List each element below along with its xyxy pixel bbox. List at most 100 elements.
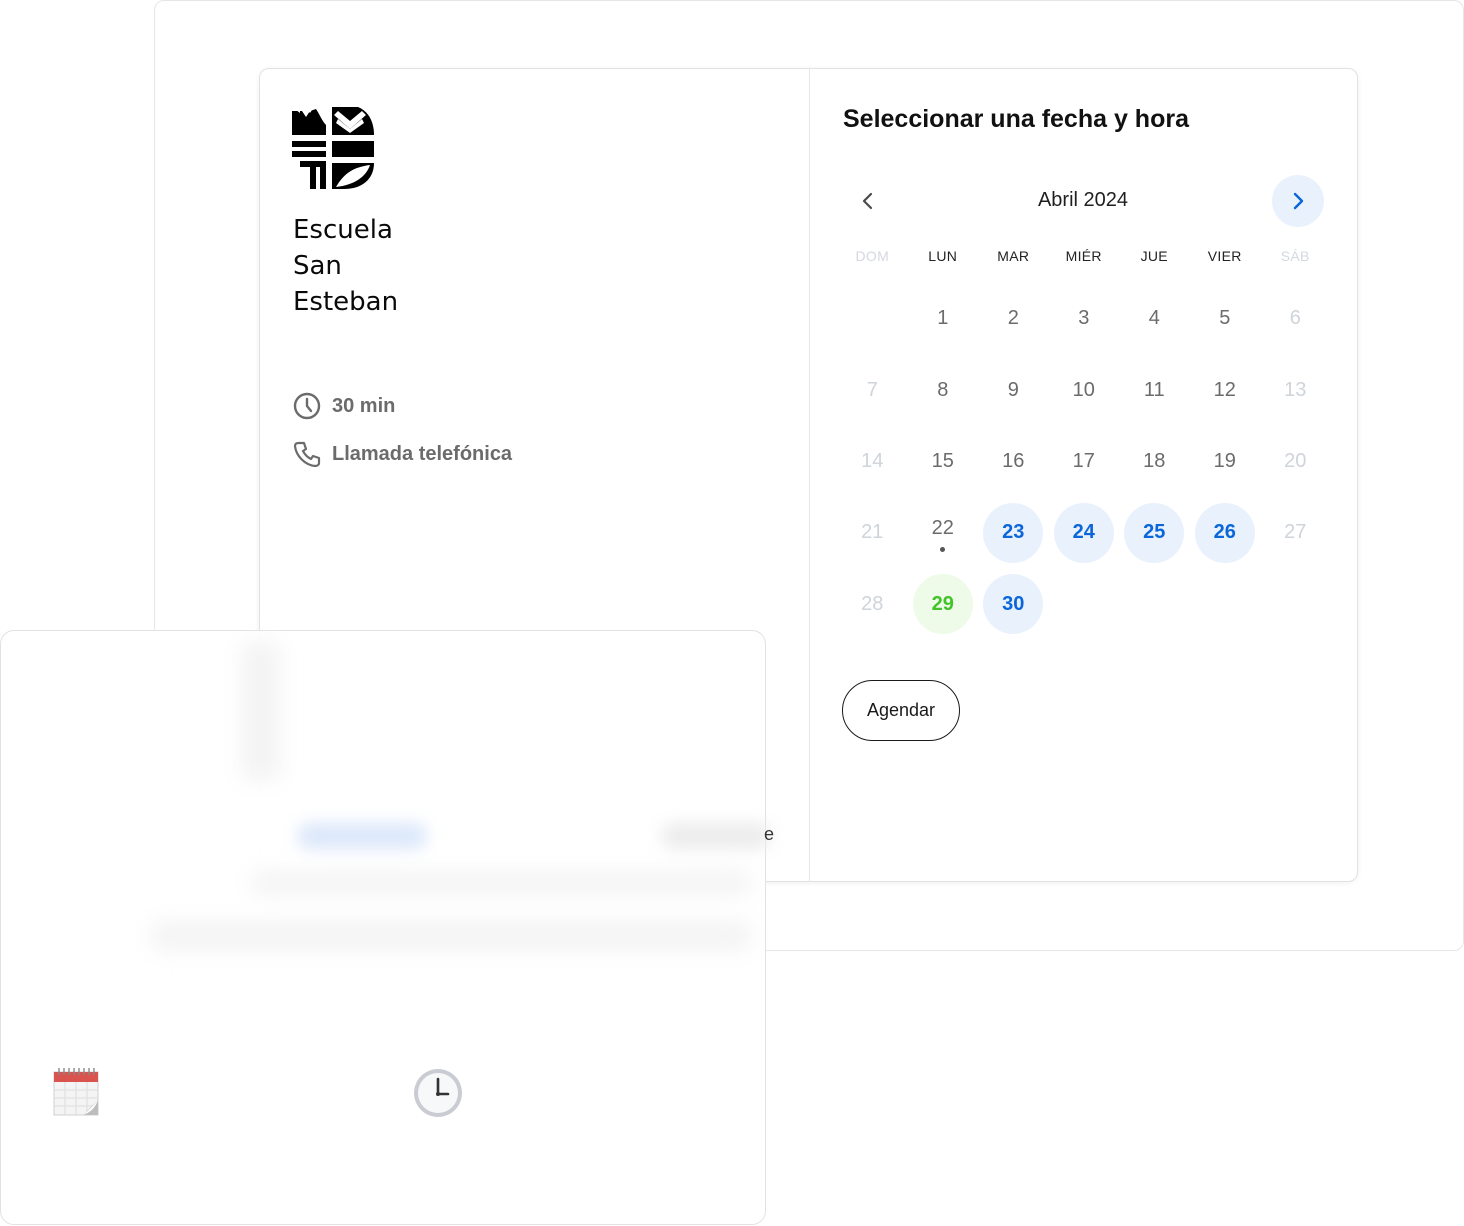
clock-emoji-icon — [414, 1069, 462, 1117]
day-number-text: 12 — [1213, 378, 1236, 401]
weekday-label: MAR — [997, 248, 1030, 264]
day-grid: 1 2 3 4 5 6 7 8 9 10 11 12 13 14 15 16 17 18 19 20 21 22 23 24 2… — [837, 283, 1331, 640]
day-number[interactable]: 26 — [1194, 502, 1255, 563]
day-number-text: 10 — [1072, 378, 1095, 401]
blurred-pill-gray — [661, 823, 771, 849]
calendar-day: 1 — [908, 283, 979, 354]
day-number-text: 9 — [1007, 378, 1019, 401]
day-number: 6 — [1265, 289, 1325, 349]
month-label: Abril 2024 — [1037, 189, 1129, 211]
calendar-day: 19 — [1190, 426, 1261, 497]
weekday-header: DOM LUN MAR MIÉR JUE VIER SÁB — [837, 248, 1331, 270]
day-number-text: 27 — [1284, 521, 1307, 544]
next-month-button[interactable] — [1272, 175, 1324, 227]
day-number-text: 19 — [1213, 449, 1236, 472]
day-number-text: 14 — [861, 449, 884, 472]
day-number-text: 18 — [1143, 449, 1166, 472]
day-number-text: 22 — [931, 517, 954, 540]
day-number: 12 — [1195, 360, 1255, 420]
calendar-day: 6 — [1260, 283, 1331, 354]
day-number: 17 — [1054, 431, 1114, 491]
day-number: 7 — [842, 360, 902, 420]
day-number-text: 25 — [1143, 521, 1166, 544]
calendar-day: 2 — [978, 283, 1049, 354]
calendar-day[interactable]: 30 — [978, 569, 1049, 640]
calendar-day: 18 — [1119, 426, 1190, 497]
calendar-day[interactable]: 29 — [908, 569, 979, 640]
weekday-label: LUN — [928, 248, 958, 264]
day-number-text: 3 — [1078, 307, 1090, 330]
calendar-day: 20 — [1260, 426, 1331, 497]
blurred-content — [251, 871, 751, 895]
calendar-day: 5 — [1190, 283, 1261, 354]
calendar-day: 15 — [908, 426, 979, 497]
day-number-text: 7 — [866, 378, 878, 401]
day-number: 21 — [842, 503, 902, 563]
blurred-content — [241, 641, 281, 781]
day-number-text: 29 — [931, 592, 954, 615]
day-number: 2 — [983, 289, 1043, 349]
calendar-day: 3 — [1049, 283, 1120, 354]
day-number: 19 — [1195, 431, 1255, 491]
calendar-empty-cell — [837, 283, 908, 354]
day-number-text: 1 — [937, 307, 949, 330]
day-number-text: 17 — [1072, 449, 1095, 472]
weekday-label: VIER — [1207, 248, 1242, 264]
blurred-pill-blue — [297, 823, 427, 849]
day-number: 3 — [1054, 289, 1114, 349]
day-number: 11 — [1124, 360, 1184, 420]
calendar-day[interactable]: 25 — [1119, 497, 1190, 568]
calendar-day: 8 — [908, 354, 979, 425]
calendar-day: 13 — [1260, 354, 1331, 425]
calendar-day: 14 — [837, 426, 908, 497]
day-number: 1 — [913, 289, 973, 349]
calendar-day: 4 — [1119, 283, 1190, 354]
calendar-day: 10 — [1049, 354, 1120, 425]
day-number: 13 — [1265, 360, 1325, 420]
weekday-label: MIÉR — [1065, 248, 1102, 264]
day-number-text: 16 — [1002, 449, 1025, 472]
day-number: 14 — [842, 431, 902, 491]
day-number: 9 — [983, 360, 1043, 420]
calendar-emoji-icon — [53, 1068, 99, 1116]
day-number[interactable]: 30 — [983, 574, 1044, 635]
blurred-content — [151, 921, 751, 951]
day-number: 20 — [1265, 431, 1325, 491]
calendar-day: 16 — [978, 426, 1049, 497]
day-number: 27 — [1265, 503, 1325, 563]
calendar-day: 27 — [1260, 497, 1331, 568]
day-number-text: 24 — [1072, 521, 1095, 544]
day-number[interactable]: 24 — [1053, 502, 1114, 563]
day-number: 8 — [913, 360, 973, 420]
day-number: 4 — [1124, 289, 1184, 349]
day-number[interactable]: 23 — [983, 502, 1044, 563]
day-number-text: 21 — [861, 521, 884, 544]
day-number-text: 15 — [931, 449, 954, 472]
day-number-text: 30 — [1002, 592, 1025, 615]
weekday-label: SÁB — [1280, 248, 1310, 264]
calendar-day: 11 — [1119, 354, 1190, 425]
chevron-right-icon — [1293, 192, 1304, 210]
calendar-day[interactable]: 23 — [978, 497, 1049, 568]
schedule-button[interactable]: Agendar — [842, 680, 960, 741]
day-number-text: 5 — [1219, 307, 1231, 330]
day-number-text: 11 — [1143, 378, 1165, 401]
day-number-text: 23 — [1002, 521, 1025, 544]
day-number-text: 26 — [1213, 521, 1236, 544]
day-number[interactable]: 25 — [1124, 502, 1185, 563]
overlay-card — [0, 630, 771, 1225]
day-number: 28 — [842, 574, 902, 634]
calendar-day: 22 — [908, 497, 979, 568]
calendar-day[interactable]: 24 — [1049, 497, 1120, 568]
day-number-text: 2 — [1007, 307, 1019, 330]
day-number: 5 — [1195, 289, 1255, 349]
day-number: 10 — [1054, 360, 1114, 420]
overlay-stray-text: e — [764, 824, 775, 844]
weekday-label: JUE — [1140, 248, 1168, 264]
day-number: 22 — [913, 503, 973, 563]
calendar-day: 21 — [837, 497, 908, 568]
day-number-text: 28 — [861, 592, 884, 615]
day-number-text: 8 — [937, 378, 949, 401]
calendar-day[interactable]: 26 — [1190, 497, 1261, 568]
day-number[interactable]: 29 — [912, 574, 973, 635]
